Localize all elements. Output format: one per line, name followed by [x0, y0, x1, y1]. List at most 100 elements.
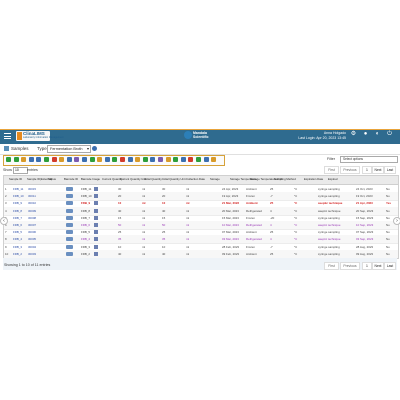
sample-id[interactable]: FRB_5: [13, 230, 22, 234]
barcode-image-icon[interactable]: [94, 237, 98, 242]
storage-temperature-unit: °C: [294, 208, 298, 213]
barcode-image-icon[interactable]: [94, 201, 98, 206]
chevron-right-icon[interactable]: ›: [393, 217, 400, 225]
hamburger-menu-icon[interactable]: [4, 133, 11, 139]
barcode-image-icon[interactable]: [94, 223, 98, 227]
sample-id[interactable]: FRB_11: [13, 187, 23, 191]
column-header[interactable]: Expiration Date: [304, 177, 323, 181]
pager-current-bottom[interactable]: 1: [362, 262, 372, 270]
storage-temperature-unit: °C: [294, 223, 298, 227]
headset-icon[interactable]: ◐: [374, 131, 381, 138]
type-select[interactable]: Fermentation Broth ▾: [47, 145, 91, 153]
sample-id[interactable]: FRB_9: [13, 201, 22, 205]
column-header[interactable]: Collection Date: [186, 177, 205, 181]
column-header[interactable]: Sampling Method: [274, 177, 296, 181]
toolbar-action-icon[interactable]: [36, 157, 42, 162]
sample-id[interactable]: FRB_2: [13, 252, 22, 256]
toolbar-action-icon[interactable]: [127, 157, 133, 162]
barcode-image-icon[interactable]: [94, 230, 98, 235]
column-header[interactable]: Barcode Image: [81, 177, 100, 181]
toolbar-action-icon[interactable]: [158, 157, 163, 162]
toolbar-action-icon[interactable]: [112, 157, 118, 162]
toolbar-action-icon[interactable]: [203, 157, 209, 162]
status-icon: [66, 230, 73, 235]
column-header[interactable]: Current Quantity Unit: [120, 177, 146, 181]
expiration-date: 15 Sep, 2023: [356, 215, 374, 220]
user-icon[interactable]: ●: [362, 131, 369, 138]
toolbar-action-icon[interactable]: [188, 157, 194, 162]
pager-last-button[interactable]: Last: [384, 166, 396, 174]
pager-first-button-bottom[interactable]: First: [324, 262, 339, 270]
toolbar-action-icon[interactable]: [135, 157, 141, 162]
toolbar-action-icon[interactable]: [74, 157, 80, 162]
toolbar-action-icon[interactable]: [173, 157, 179, 162]
sample-id[interactable]: FRB_8: [13, 209, 22, 213]
initial-quantity-unit: ml: [186, 230, 190, 235]
status-icon: [66, 215, 73, 220]
current-quantity: 15: [118, 215, 122, 220]
barcode-image-icon[interactable]: [94, 244, 98, 249]
column-header[interactable]: Storage: [210, 177, 220, 181]
column-header[interactable]: Initial Quantity Unit: [162, 177, 185, 181]
column-header[interactable]: Status: [48, 177, 56, 181]
pager-first-button[interactable]: First: [324, 166, 339, 174]
toolbar-action-icon[interactable]: [28, 157, 34, 162]
sample-id[interactable]: FRB_6: [13, 223, 22, 227]
column-header[interactable]: Initial Quantity: [144, 177, 162, 181]
sample-id-external: 30009: [28, 208, 37, 213]
sample-id[interactable]: FRB_3: [13, 245, 22, 249]
pager-next-button[interactable]: Next: [372, 166, 384, 174]
tab-samples[interactable]: Samples: [11, 146, 29, 151]
toolbar-action-icon[interactable]: [120, 157, 125, 162]
toolbar-action-icon[interactable]: [150, 157, 156, 162]
toolbar-action-icon[interactable]: [21, 157, 27, 162]
current-quantity-unit: ml: [142, 201, 146, 206]
barcode-image-icon[interactable]: [94, 208, 98, 213]
column-header[interactable]: Sample ID: [9, 177, 22, 181]
toolbar-action-icon[interactable]: [59, 157, 65, 162]
column-header[interactable]: Expired: [328, 177, 337, 181]
column-header[interactable]: Barcode ID: [64, 177, 78, 181]
toolbar-action-icon[interactable]: [51, 157, 57, 162]
storage-temperature-unit: °C: [294, 251, 298, 256]
sample-id[interactable]: FRB_10: [13, 194, 24, 198]
current-quantity-unit: ml: [142, 223, 146, 227]
expiration-date: 19 Oct, 2023: [356, 194, 373, 199]
filter-select[interactable]: Select options: [340, 156, 398, 163]
gear-icon[interactable]: ⚙: [350, 131, 357, 138]
toolbar-action-icon[interactable]: [82, 157, 87, 162]
power-icon[interactable]: ⏻: [386, 131, 393, 138]
chevron-left-icon[interactable]: ‹: [0, 217, 8, 225]
samples-table: Sample ID Sample ID(External) Status Barcod…: [3, 175, 399, 259]
entries-label: entries: [27, 168, 38, 172]
toolbar-action-icon[interactable]: [97, 157, 103, 162]
storage: Frozen: [246, 194, 255, 199]
globe-icon[interactable]: [92, 146, 97, 151]
pager-next-button-bottom[interactable]: Next: [372, 262, 384, 270]
toolbar-action-icon[interactable]: [211, 157, 217, 162]
pager-previous-button-bottom[interactable]: Previous: [340, 262, 360, 270]
expiration-date: 09 Aug, 2023: [356, 251, 374, 256]
barcode-image-icon[interactable]: [94, 194, 98, 199]
toolbar-action-icon[interactable]: [44, 157, 49, 162]
toolbar-action-icon[interactable]: [104, 157, 110, 162]
barcode-image-icon[interactable]: [94, 187, 98, 191]
toolbar-action-icon[interactable]: [89, 157, 95, 162]
sample-id[interactable]: FRB_7: [13, 216, 22, 220]
sample-id[interactable]: FRB_4: [13, 237, 22, 241]
barcode-image-icon[interactable]: [94, 251, 98, 256]
app-logo: ClinaLIMS Laboratory Information Managem…: [16, 131, 63, 141]
entries-select[interactable]: 10: [13, 167, 28, 174]
initial-quantity: 50: [162, 223, 166, 227]
toolbar-action-icon[interactable]: [180, 157, 186, 162]
toolbar-action-icon[interactable]: [142, 157, 148, 162]
pager-current[interactable]: 1: [362, 166, 372, 174]
barcode-image-icon[interactable]: [94, 215, 98, 220]
toolbar-action-icon[interactable]: [196, 157, 201, 162]
pager-previous-button[interactable]: Previous: [340, 166, 360, 174]
toolbar-action-icon[interactable]: [165, 157, 171, 162]
toolbar-action-icon[interactable]: [66, 157, 72, 162]
toolbar-action-icon[interactable]: [13, 157, 19, 162]
toolbar-action-icon[interactable]: [6, 157, 11, 162]
pager-last-button-bottom[interactable]: Last: [384, 262, 396, 270]
